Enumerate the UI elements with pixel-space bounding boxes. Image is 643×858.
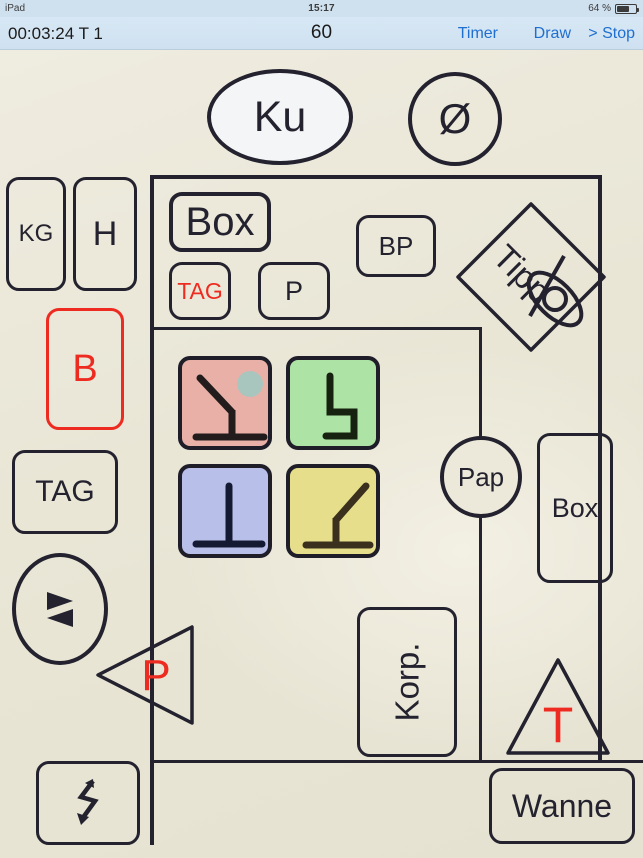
shape-box-big-label: Box xyxy=(185,199,255,244)
shape-ku[interactable]: Ku xyxy=(207,69,353,165)
shape-tag-left[interactable]: TAG xyxy=(12,450,118,534)
battery-icon xyxy=(615,3,639,14)
connector-outer-left xyxy=(150,175,154,845)
app-toolbar: 00:03:24 T 1 60 Timer Draw > Stop xyxy=(0,17,643,50)
shape-p-triangle[interactable]: P xyxy=(94,622,196,728)
shape-korp[interactable]: Korp. xyxy=(357,607,457,757)
tile-marker-dot xyxy=(237,371,263,397)
connector-inner-top xyxy=(150,327,482,330)
shape-wanne[interactable]: Wanne xyxy=(489,768,635,844)
shape-box-big[interactable]: Box xyxy=(169,192,271,252)
shape-pap-label: Pap xyxy=(457,461,505,492)
shape-b[interactable]: B xyxy=(46,308,124,430)
double-triangle-icon xyxy=(47,592,73,627)
connector-outer-bottom xyxy=(153,760,643,763)
shape-pap[interactable]: Pap xyxy=(440,436,522,518)
shape-p-small-label: P xyxy=(284,275,303,306)
shape-tag-red[interactable]: TAG xyxy=(169,262,231,320)
shape-h[interactable]: H xyxy=(73,177,137,291)
shape-tipp[interactable]: Tipp xyxy=(452,198,610,356)
shape-bp[interactable]: BP xyxy=(356,215,436,277)
shape-korp-label: Korp. xyxy=(388,642,425,722)
tile-yellow[interactable] xyxy=(286,464,380,558)
shape-h-label: H xyxy=(92,214,118,253)
shape-ku-label: Ku xyxy=(253,92,307,141)
shape-kg-label: KG xyxy=(18,220,54,247)
shape-kg[interactable]: KG xyxy=(6,177,66,291)
tile-pink[interactable] xyxy=(178,356,272,450)
shape-tag-red-label: TAG xyxy=(177,277,223,304)
shape-phi[interactable]: Ø xyxy=(408,72,502,166)
ios-status-bar: iPad 15:17 64 % xyxy=(0,0,643,17)
shape-b-label: B xyxy=(72,347,98,390)
connector-inner-right xyxy=(479,327,482,760)
shape-phi-label: Ø xyxy=(438,95,472,142)
shape-p-triangle-label: P xyxy=(141,651,170,700)
shape-box-right[interactable]: Box xyxy=(537,433,613,583)
shape-t-triangle-label: T xyxy=(543,697,574,753)
tile-green[interactable] xyxy=(286,356,380,450)
shape-bolt[interactable] xyxy=(36,761,140,845)
connector-outer-top xyxy=(150,175,602,179)
status-battery-group: 64 % xyxy=(588,3,639,14)
draw-button[interactable]: Draw xyxy=(534,25,571,43)
shape-tag-left-label: TAG xyxy=(35,475,95,508)
app-root: iPad 15:17 64 % 00:03:24 T 1 60 Timer Dr… xyxy=(0,0,643,858)
timer-button[interactable]: Timer xyxy=(458,25,498,43)
diagram-canvas[interactable]: Ku Ø KG H B TAG P Box TAG P BP Tipp Pap … xyxy=(0,50,643,858)
shape-box-right-label: Box xyxy=(551,492,599,523)
status-clock: 15:17 xyxy=(308,3,335,14)
shape-bp-label: BP xyxy=(378,230,414,261)
tile-blue[interactable] xyxy=(178,464,272,558)
stop-button[interactable]: > Stop xyxy=(588,25,635,43)
battery-percent-label: 64 % xyxy=(588,3,611,14)
lightning-bolt-icon xyxy=(77,779,99,825)
shape-t-triangle[interactable]: T xyxy=(503,654,613,758)
shape-wanne-label: Wanne xyxy=(511,787,613,824)
shape-p-small[interactable]: P xyxy=(258,262,330,320)
